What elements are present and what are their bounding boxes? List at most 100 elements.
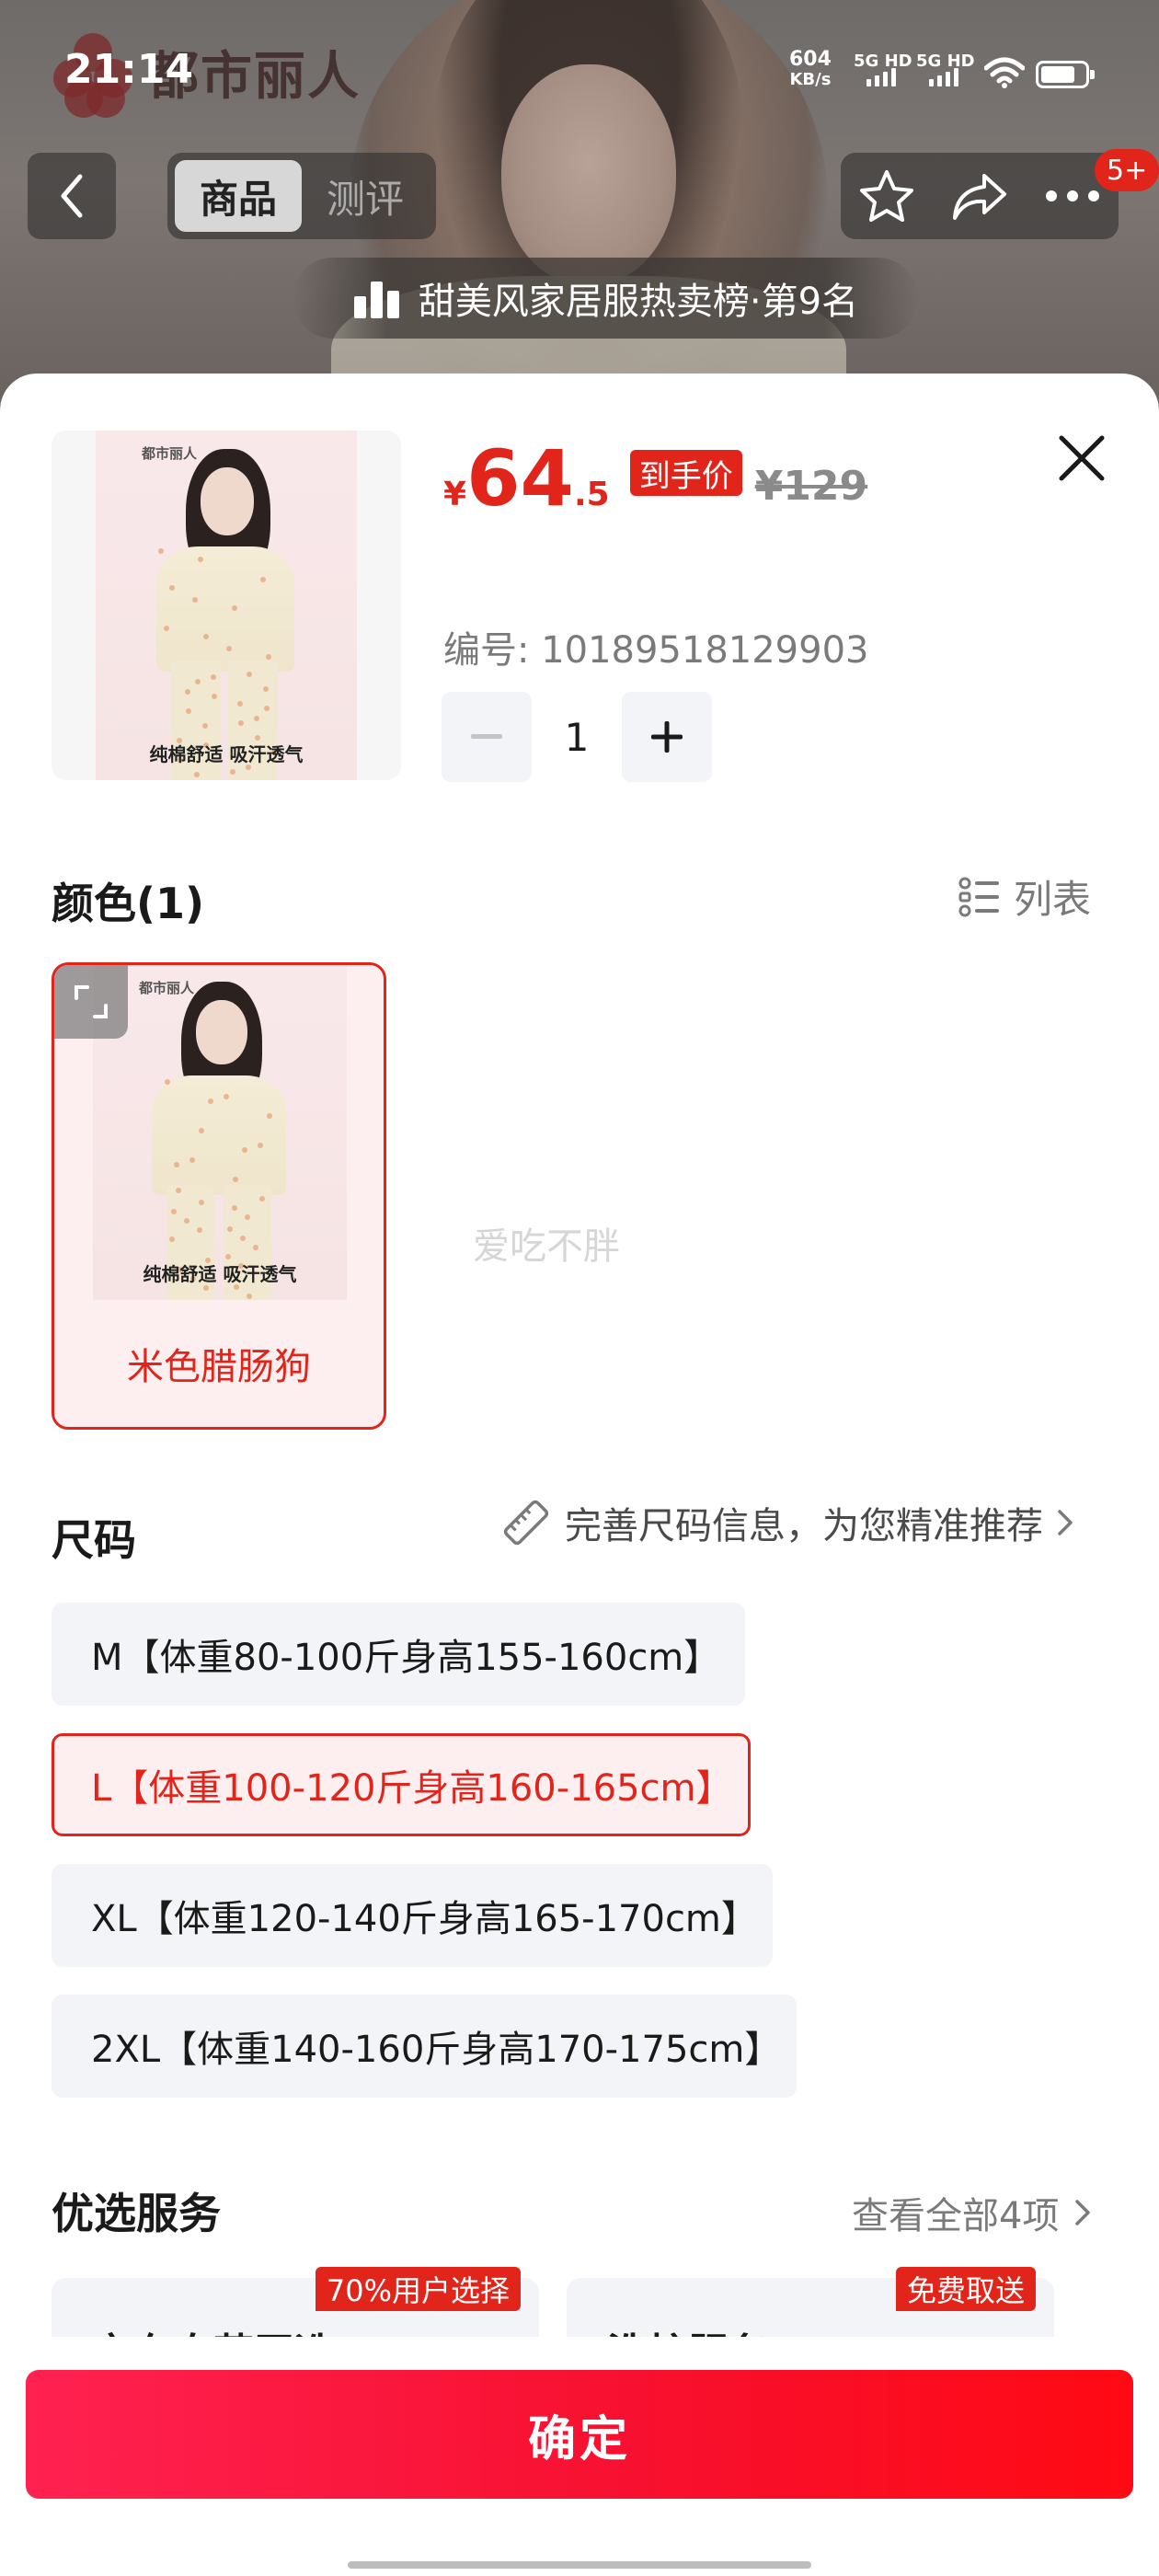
garment-dot xyxy=(267,1113,272,1119)
product-thumbnail[interactable]: 都市丽人 纯棉舒适 吸汗透气 xyxy=(52,431,401,780)
status-bar: 21:14 604 KB/s 5G HD 5G HD xyxy=(0,0,1159,93)
close-icon xyxy=(1059,435,1105,481)
favorite-button[interactable] xyxy=(841,153,934,239)
product-image-face xyxy=(201,467,254,535)
garment-dot xyxy=(185,689,190,695)
star-icon xyxy=(860,170,914,222)
plus-icon xyxy=(651,721,683,753)
size-recommend-text: 完善尺码信息，为您精准推荐 xyxy=(565,1505,1043,1547)
service-tag: 免费取送 xyxy=(895,2267,1036,2311)
network-speed: 604 KB/s xyxy=(789,50,832,90)
share-button[interactable] xyxy=(934,153,1027,239)
size-option-m[interactable]: M【体重80-100斤身高155-160cm】 xyxy=(52,1603,745,1706)
garment-dot xyxy=(253,1245,258,1250)
garment-dot xyxy=(189,1157,195,1163)
tab-reviews[interactable]: 测评 xyxy=(302,160,429,232)
wifi-icon xyxy=(984,57,1025,88)
expand-image-button[interactable] xyxy=(54,965,128,1039)
garment-dot xyxy=(194,772,200,777)
back-button[interactable] xyxy=(28,153,116,239)
color-section-title: 颜色(1) xyxy=(52,879,205,928)
color-option-label: 米色腊肠狗 xyxy=(127,1346,311,1388)
bar-chart-icon xyxy=(353,282,399,318)
confirm-button[interactable]: 确定 xyxy=(26,2370,1133,2499)
garment-dot xyxy=(247,1294,252,1299)
minus-icon xyxy=(471,734,502,739)
garment-dot xyxy=(195,679,201,684)
size-option-l[interactable]: L【体重100-120斤身高160-165cm】 xyxy=(52,1733,751,1836)
final-price-tag: 到手价 xyxy=(629,450,742,496)
watermark-text: 爱吃不胖 xyxy=(473,1225,620,1268)
size-option-xl[interactable]: XL【体重120-140斤身高165-170cm】 xyxy=(52,1864,773,1967)
garment-dot xyxy=(232,605,237,611)
color-image-logo: 都市丽人 xyxy=(139,980,195,996)
bottom-action-bar: 确定 xyxy=(0,2337,1159,2576)
home-indicator xyxy=(348,2561,811,2569)
garment-dot xyxy=(240,1236,246,1241)
garment-dot xyxy=(230,769,235,775)
garment-dot xyxy=(169,585,175,591)
color-option-card[interactable]: 都市丽人 纯棉舒适 吸汗透气 米色腊肠狗 xyxy=(52,962,386,1430)
garment-dot xyxy=(247,672,252,677)
size-recommend-link[interactable]: 完善尺码信息，为您精准推荐 xyxy=(500,1496,1074,1549)
sku-code: 编号: 10189518129903 xyxy=(443,629,869,672)
garment-dot xyxy=(254,716,259,721)
quantity-value[interactable]: 1 xyxy=(532,715,622,760)
garment-dot xyxy=(184,1218,189,1224)
garment-dot xyxy=(266,654,271,660)
sku-selector-sheet: 都市丽人 纯棉舒适 吸汗透气 ¥ 64 .5 到手价 ¥129 编号: 1018… xyxy=(0,374,1159,2576)
network-speed-unit: KB/s xyxy=(789,70,832,89)
garment-dot xyxy=(176,1188,181,1193)
garment-dot xyxy=(259,1196,265,1202)
garment-dot xyxy=(258,1143,263,1148)
garment-dot xyxy=(171,1209,177,1214)
battery-icon xyxy=(1036,61,1095,88)
garment-dot xyxy=(237,701,243,707)
close-button[interactable] xyxy=(1052,429,1111,488)
service-section-title: 优选服务 xyxy=(52,2189,221,2238)
increase-button[interactable] xyxy=(622,692,712,782)
signal-bars-1-icon xyxy=(866,68,896,86)
price-integer: 64 xyxy=(466,433,574,523)
garment-dot xyxy=(203,634,209,639)
garment-dot xyxy=(174,1162,179,1167)
network-speed-value: 604 xyxy=(789,48,832,71)
garment-dot xyxy=(165,1079,170,1085)
ranking-banner[interactable]: 甜美风家居服热卖榜·第9名 xyxy=(293,258,918,339)
tab-product[interactable]: 商品 xyxy=(175,160,302,232)
garment-dot xyxy=(232,1205,237,1211)
garment-dot xyxy=(164,626,169,631)
garment-dot xyxy=(202,723,208,729)
garment-dot xyxy=(199,1200,204,1205)
garment-dot xyxy=(211,674,216,680)
price-decimal: .5 xyxy=(573,476,610,513)
size-option-2xl[interactable]: 2XL【体重140-160斤身高170-175cm】 xyxy=(52,1995,797,2098)
ranking-text: 甜美风家居服热卖榜·第9名 xyxy=(418,281,859,323)
garment-dot xyxy=(224,1094,229,1099)
garment-dot xyxy=(238,720,244,726)
chevron-right-icon xyxy=(1075,2200,1091,2225)
ruler-icon xyxy=(503,1500,549,1546)
color-option-image: 都市丽人 纯棉舒适 吸汗透气 xyxy=(93,965,347,1300)
garment-dot xyxy=(242,1147,247,1153)
product-image: 都市丽人 纯棉舒适 吸汗透气 xyxy=(96,431,357,780)
garment-dot xyxy=(264,706,270,711)
list-view-toggle[interactable]: 列表 xyxy=(958,868,1091,925)
garment-dot xyxy=(208,1098,213,1104)
color-image-top xyxy=(152,1075,286,1195)
garment-dot xyxy=(263,686,269,692)
garment-dot xyxy=(227,1226,233,1232)
more-notification-badge: 5+ xyxy=(1095,149,1159,191)
garment-dot xyxy=(199,1128,204,1133)
view-all-services-link[interactable]: 查看全部4项 xyxy=(852,2186,1092,2239)
chevron-left-icon xyxy=(61,174,83,218)
decrease-button[interactable] xyxy=(442,692,532,782)
garment-dot xyxy=(245,1214,250,1220)
garment-dot xyxy=(233,1177,238,1182)
product-image-logo: 都市丽人 xyxy=(142,445,198,462)
model-face xyxy=(501,64,676,285)
top-actions xyxy=(841,153,1119,239)
signal-bars-2-icon xyxy=(929,68,958,86)
product-image-top xyxy=(156,546,294,672)
garment-dot xyxy=(260,577,266,582)
